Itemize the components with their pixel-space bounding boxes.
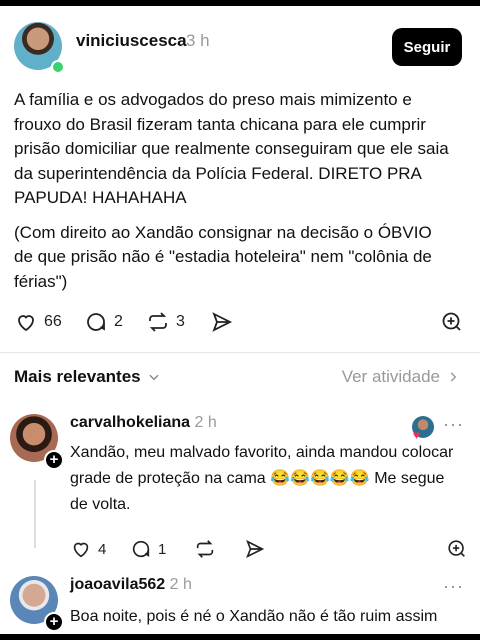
follow-plus-icon[interactable]: +	[44, 612, 64, 632]
quote-button[interactable]	[446, 538, 468, 560]
activity-label: Ver atividade	[341, 367, 440, 386]
repost-icon	[149, 312, 167, 332]
like-button[interactable]: 66	[14, 310, 62, 334]
like-count: 66	[44, 313, 62, 330]
send-icon	[212, 312, 233, 332]
sort-label: Mais relevantes	[14, 367, 141, 386]
comment: + carvalhokeliana 2 h ♥ ··· Xandão, meu …	[10, 414, 470, 564]
comment-username-text: joaoavila562	[70, 576, 166, 593]
screen: viniciuscesca 3 h Seguir A família e os …	[0, 6, 480, 634]
post-paragraph: A família e os advogados do preso mais m…	[14, 90, 449, 207]
like-button[interactable]: 4	[70, 538, 106, 560]
divider	[0, 352, 480, 353]
post-username[interactable]: viniciuscesca	[76, 31, 187, 51]
comment-text: Xandão, meu malvado favorito, ainda mand…	[70, 444, 454, 513]
send-icon	[246, 539, 265, 559]
heart-icon	[18, 315, 34, 332]
comment: + joaoavila562 2 h ··· Boa noite, pois é…	[10, 576, 470, 634]
like-count: 4	[98, 540, 107, 558]
repost-button[interactable]: 3	[146, 310, 185, 334]
reply-button[interactable]: 1	[130, 538, 166, 560]
post-body: A família e os advogados do preso mais m…	[14, 88, 454, 294]
chevron-right-icon	[450, 372, 457, 382]
sort-dropdown[interactable]: Mais relevantes	[14, 367, 161, 387]
comment-time: 2 h	[194, 414, 217, 431]
reply-count: 1	[158, 540, 167, 558]
reply-button[interactable]: 2	[84, 310, 123, 334]
follow-plus-icon[interactable]: +	[44, 450, 64, 470]
more-options-icon[interactable]: ···	[443, 414, 464, 435]
send-button[interactable]	[210, 310, 234, 334]
sort-bar: Mais relevantes Ver atividade	[14, 365, 466, 391]
comment-time: 2 h	[169, 576, 192, 593]
send-button[interactable]	[244, 538, 266, 560]
repost-icon	[196, 540, 214, 558]
comment-username-text: carvalhokeliana	[70, 414, 191, 431]
chevron-down-icon	[149, 374, 159, 381]
comment-icon	[87, 313, 105, 331]
online-status-icon	[51, 60, 65, 74]
comment-actions: 4 1	[70, 538, 466, 564]
more-options-icon[interactable]: ···	[443, 576, 464, 597]
comment-icon	[132, 540, 150, 558]
post-paragraph: (Com direito ao Xandão consignar na deci…	[14, 222, 432, 291]
comment-username[interactable]: carvalhokeliana 2 h	[70, 414, 217, 432]
thread-line	[34, 480, 36, 548]
repost-count: 3	[176, 313, 185, 330]
quote-button[interactable]	[440, 310, 464, 339]
quote-plus-icon	[448, 540, 465, 557]
comment-text: Boa noite, pois é né o Xandão não é tão …	[70, 608, 438, 625]
heart-icon	[73, 542, 89, 558]
post-actions: 66 2 3	[14, 308, 466, 340]
post-time: 3 h	[186, 31, 210, 50]
view-activity-link[interactable]: Ver atividade	[342, 367, 460, 387]
comment-username[interactable]: joaoavila562 2 h	[70, 576, 192, 594]
repost-button[interactable]	[194, 538, 216, 560]
follow-button[interactable]: Seguir	[392, 28, 462, 66]
post-header: viniciuscesca 3 h Seguir	[14, 22, 466, 74]
quote-plus-icon	[442, 312, 461, 331]
reply-count: 2	[114, 313, 123, 330]
